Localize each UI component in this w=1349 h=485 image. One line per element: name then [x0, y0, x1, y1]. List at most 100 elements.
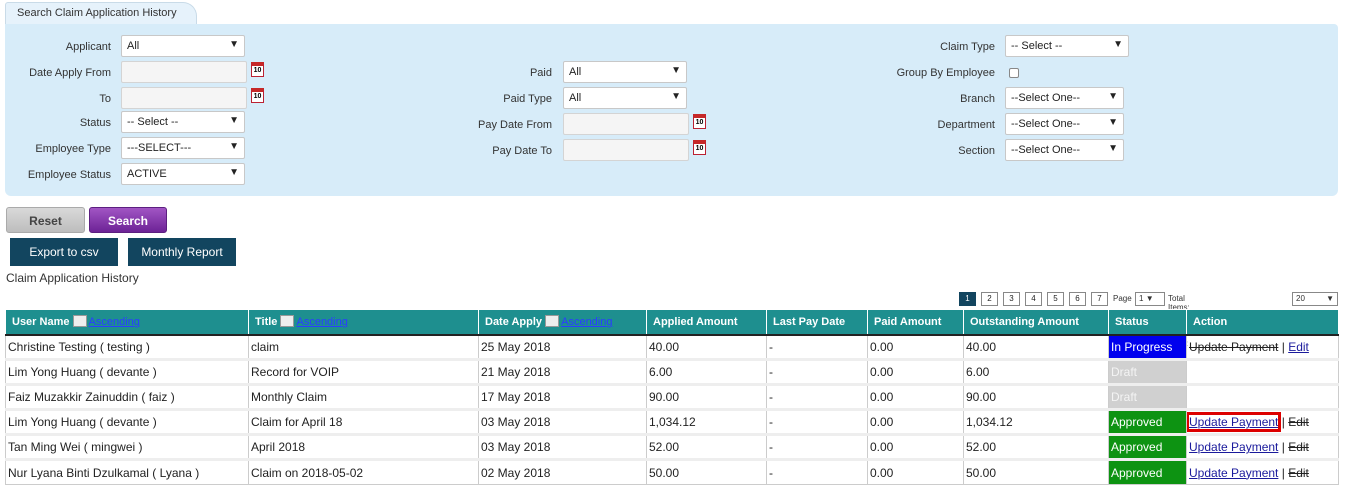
page-5-link[interactable]: 5: [1047, 292, 1064, 306]
search-button[interactable]: Search: [89, 207, 167, 233]
to-label: To: [99, 93, 111, 105]
update-payment-link[interactable]: Update Payment: [1189, 440, 1278, 454]
header-label: Title: [255, 316, 278, 329]
cell-outstanding-amount: 50.00: [963, 458, 1109, 485]
cell-paid-amount: 0.00: [867, 358, 964, 385]
chevron-down-icon: ▼: [229, 39, 239, 50]
cell-paid-amount: 0.00: [867, 383, 964, 410]
cell-action: Update Payment | Edit: [1186, 408, 1339, 435]
cell-action: [1186, 358, 1339, 385]
cell-user: Nur Lyana Binti Dzulkamal ( Lyana ): [5, 458, 249, 485]
action-separator: |: [1281, 415, 1285, 429]
cell-date-apply: 17 May 2018: [478, 383, 647, 410]
paid-type-value: All: [569, 92, 582, 104]
edit-link-disabled: Edit: [1288, 440, 1309, 454]
page-4-link[interactable]: 4: [1025, 292, 1042, 306]
employee-status-label: Employee Status: [27, 169, 111, 181]
employee-status-select[interactable]: ACTIVE ▼: [121, 163, 245, 185]
applicant-value: All: [127, 40, 140, 52]
cell-outstanding-amount: 1,034.12: [963, 408, 1109, 435]
cell-user: Lim Yong Huang ( devante ): [5, 408, 249, 435]
page-select-value: 1: [1139, 294, 1144, 303]
cell-applied-amount: 50.00: [646, 458, 767, 485]
update-payment-link-disabled: Update Payment: [1189, 339, 1279, 354]
col-header-title[interactable]: Title Ascending: [248, 309, 479, 336]
pay-date-from-input[interactable]: [563, 113, 689, 135]
edit-link[interactable]: Edit: [1288, 340, 1309, 354]
col-header-user-name[interactable]: User Name Ascending: [5, 309, 249, 336]
department-select[interactable]: --Select One-- ▼: [1005, 113, 1124, 135]
chevron-down-icon: ▼: [229, 141, 239, 152]
cell-last-pay-date: -: [766, 383, 868, 410]
cell-title: April 2018: [248, 433, 479, 460]
pay-date-to-input[interactable]: [563, 139, 689, 161]
col-header-outstanding-amount: Outstanding Amount: [963, 309, 1109, 336]
employee-type-select[interactable]: ---SELECT--- ▼: [121, 137, 245, 159]
claim-history-table: User Name Ascending Title Ascending Date…: [5, 309, 1339, 485]
calendar-icon[interactable]: 10: [693, 140, 706, 155]
cell-title: Record for VOIP: [248, 358, 479, 385]
sort-ascending-icon[interactable]: Ascending: [280, 315, 348, 328]
section-select[interactable]: --Select One-- ▼: [1005, 139, 1124, 161]
cell-user: Lim Yong Huang ( devante ): [5, 358, 249, 385]
page-2-link[interactable]: 2: [981, 292, 998, 306]
cell-date-apply: 02 May 2018: [478, 458, 647, 485]
calendar-icon[interactable]: 10: [251, 88, 264, 103]
table-row: Faiz Muzakkir Zainuddin ( faiz ) Monthly…: [5, 383, 1339, 410]
status-badge: Approved: [1108, 458, 1187, 485]
date-apply-from-input[interactable]: [121, 61, 247, 83]
chevron-down-icon: ▼: [1113, 39, 1123, 50]
items-per-page-select[interactable]: 20 ▼: [1292, 292, 1338, 306]
update-payment-link[interactable]: Update Payment: [1187, 412, 1282, 432]
chevron-down-icon: ▼: [229, 167, 239, 178]
cell-paid-amount: 0.00: [867, 408, 964, 435]
cell-paid-amount: 0.00: [867, 433, 964, 460]
paid-select[interactable]: All ▼: [563, 61, 687, 83]
export-csv-button[interactable]: Export to csv: [10, 238, 118, 266]
sort-ascending-icon[interactable]: Ascending: [545, 315, 613, 329]
chevron-down-icon: ▼: [1326, 294, 1334, 303]
applicant-select[interactable]: All ▼: [121, 35, 245, 57]
calendar-icon[interactable]: 10: [693, 114, 706, 129]
table-row: Tan Ming Wei ( mingwei ) April 2018 03 M…: [5, 433, 1339, 460]
page-6-link[interactable]: 6: [1069, 292, 1086, 306]
sort-ascending-icon[interactable]: Ascending: [72, 315, 140, 329]
date-apply-to-input[interactable]: [121, 87, 247, 109]
page-7-link[interactable]: 7: [1091, 292, 1108, 306]
monthly-report-button[interactable]: Monthly Report: [128, 238, 236, 266]
calendar-icon[interactable]: 10: [251, 62, 264, 77]
page-select[interactable]: 1 ▼: [1135, 292, 1165, 306]
cell-last-pay-date: -: [766, 433, 868, 460]
chevron-down-icon: ▼: [671, 91, 681, 102]
action-separator: |: [1281, 339, 1285, 354]
reset-button[interactable]: Reset: [6, 207, 85, 233]
tab-search-claim-application-history[interactable]: Search Claim Application History: [5, 2, 197, 26]
paid-type-select[interactable]: All ▼: [563, 87, 687, 109]
col-header-applied-amount: Applied Amount: [646, 309, 767, 336]
cell-title: Claim for April 18: [248, 408, 479, 435]
sort-label: Ascending: [88, 316, 140, 329]
col-header-date-apply[interactable]: Date Apply Ascending: [478, 309, 647, 336]
cell-applied-amount: 40.00: [646, 334, 767, 360]
branch-select[interactable]: --Select One-- ▼: [1005, 87, 1124, 109]
page-3-link[interactable]: 3: [1003, 292, 1020, 306]
group-by-employee-checkbox[interactable]: [1009, 68, 1019, 78]
cell-last-pay-date: -: [766, 458, 868, 485]
cell-action: Update Payment | Edit: [1186, 458, 1339, 485]
cell-date-apply: 25 May 2018: [478, 334, 647, 360]
cell-outstanding-amount: 52.00: [963, 433, 1109, 460]
page-1-link[interactable]: 1: [959, 292, 976, 306]
chevron-down-icon: ▼: [1108, 91, 1118, 102]
cell-outstanding-amount: 6.00: [963, 358, 1109, 385]
pay-date-from-label: Pay Date From: [478, 119, 552, 131]
claim-type-value: -- Select --: [1011, 40, 1063, 52]
update-payment-link[interactable]: Update Payment: [1189, 466, 1278, 480]
cell-title: Claim on 2018-05-02: [248, 458, 479, 485]
sort-label: Ascending: [561, 316, 613, 329]
cell-title: claim: [248, 334, 479, 360]
table-row: Lim Yong Huang ( devante ) Record for VO…: [5, 358, 1339, 385]
status-select[interactable]: -- Select -- ▼: [121, 111, 245, 133]
cell-user: Faiz Muzakkir Zainuddin ( faiz ): [5, 383, 249, 410]
broken-image-icon: [280, 315, 295, 328]
claim-type-select[interactable]: -- Select -- ▼: [1005, 35, 1129, 57]
